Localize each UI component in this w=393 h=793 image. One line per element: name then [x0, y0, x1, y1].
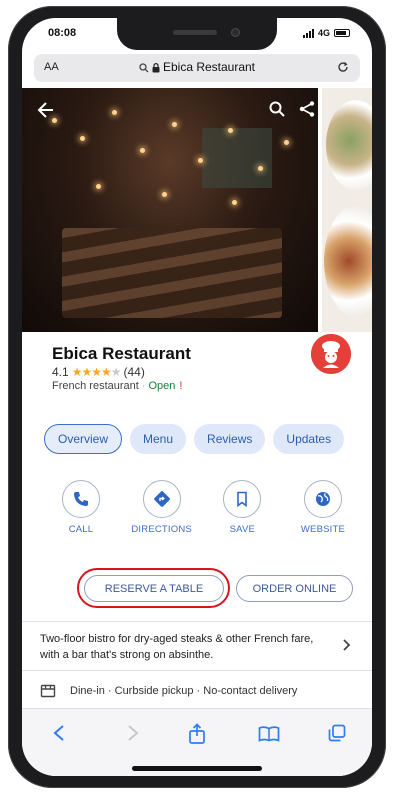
signal-icon [302, 28, 314, 38]
photo-light [112, 110, 117, 115]
save-action[interactable]: SAVE [203, 480, 281, 535]
reload-icon[interactable] [336, 60, 350, 74]
search-icon [139, 63, 149, 73]
star-icon: ★ [71, 365, 83, 379]
status-alert-mark: ! [179, 380, 183, 392]
section-divider [22, 621, 372, 622]
phone-notch [117, 18, 277, 50]
battery-icon [334, 29, 350, 37]
open-status[interactable]: Open [149, 380, 176, 392]
quick-actions: CALL DIRECTIONS SAVE WEBSITE [42, 480, 362, 535]
save-label: SAVE [229, 524, 256, 535]
photo-light [232, 200, 237, 205]
call-action[interactable]: CALL [42, 480, 120, 535]
rating-value: 4.1 [52, 365, 69, 379]
bookmark-icon [237, 491, 248, 508]
food-plate [324, 206, 372, 316]
star-icon: ★ [81, 365, 92, 379]
directions-label: DIRECTIONS [131, 524, 192, 535]
call-label: CALL [68, 524, 94, 535]
tabs-icon[interactable] [328, 724, 346, 742]
star-icon: ★ [100, 365, 112, 379]
category-label: French restaurant [52, 380, 139, 392]
directions-button[interactable] [142, 480, 181, 518]
forward-icon[interactable] [126, 723, 140, 743]
star-icon: ★ [91, 365, 102, 379]
share-icon[interactable] [188, 723, 206, 745]
website-label: WEBSITE [300, 524, 346, 535]
star-empty-icon: ★ [110, 365, 122, 379]
storefront-icon [40, 684, 56, 698]
photo-light [198, 158, 203, 163]
restaurant-interior-photo[interactable] [22, 88, 318, 332]
service-options: Dine-in · Curbside pickup · No-contact d… [40, 684, 370, 698]
bookmarks-icon[interactable] [258, 726, 280, 742]
speaker-grille [173, 30, 217, 35]
front-camera [231, 28, 240, 37]
back-arrow-icon[interactable] [36, 100, 56, 120]
order-online-button[interactable]: ORDER ONLINE [236, 575, 353, 602]
address-bar[interactable]: AA Ebica Restaurant [34, 54, 360, 82]
photo-wall-detail [202, 128, 272, 188]
back-icon[interactable] [52, 723, 66, 743]
photo-light [162, 192, 167, 197]
status-indicators: 4G [302, 28, 350, 38]
section-divider [22, 670, 372, 671]
url-title: Ebica Restaurant [162, 60, 256, 74]
food-plate [326, 100, 372, 190]
food-photo[interactable] [322, 88, 372, 332]
phone-icon [74, 492, 88, 506]
website-button[interactable] [303, 480, 342, 518]
photo-carousel[interactable] [22, 88, 372, 332]
share-icon[interactable] [298, 100, 316, 118]
chevron-right-icon[interactable] [342, 638, 352, 652]
place-name: Ebica Restaurant [52, 344, 191, 363]
photo-light [284, 140, 289, 145]
directions-icon [153, 491, 170, 507]
photo-tables-detail [62, 228, 282, 318]
tab-reviews[interactable]: Reviews [194, 424, 266, 454]
photo-light [258, 166, 263, 171]
tab-updates[interactable]: Updates [273, 424, 345, 454]
lock-icon [152, 63, 160, 73]
photo-light [172, 122, 177, 127]
tab-menu[interactable]: Menu [130, 424, 187, 454]
save-button[interactable] [223, 480, 262, 518]
search-icon[interactable] [268, 100, 286, 118]
globe-icon [315, 492, 330, 506]
photo-light [80, 136, 85, 141]
photo-light [96, 184, 101, 189]
chef-logo-icon [311, 334, 351, 374]
home-indicator[interactable] [132, 766, 262, 771]
status-time: 08:08 [48, 27, 77, 39]
restaurant-logo [311, 334, 351, 374]
review-count[interactable]: (44) [124, 365, 145, 379]
category-separator: · [141, 380, 146, 392]
service-list: Dine-in · Curbside pickup · No-contact d… [70, 685, 298, 697]
photo-light [228, 128, 233, 133]
call-button[interactable] [62, 480, 100, 518]
tab-overview[interactable]: Overview [44, 424, 123, 454]
category-row: French restaurant · Open! [52, 380, 182, 392]
rating-row[interactable]: 4.1 ★★★★★ (44) [52, 365, 145, 379]
directions-action[interactable]: DIRECTIONS [123, 480, 201, 535]
url-display[interactable]: Ebica Restaurant [34, 60, 360, 74]
place-tabs: Overview Menu Reviews Updates [44, 424, 345, 454]
phone-frame: 08:08 4G AA Ebica Restaurant Ebica Resta… [8, 6, 386, 788]
place-description[interactable]: Two-floor bistro for dry-aged steaks & o… [40, 631, 330, 663]
star-rating: ★★★★★ [71, 365, 122, 379]
photo-light [140, 148, 145, 153]
reserve-table-button[interactable]: RESERVE A TABLE [84, 575, 224, 602]
website-action[interactable]: WEBSITE [284, 480, 362, 535]
network-label: 4G [317, 28, 330, 38]
phone-screen: 08:08 4G AA Ebica Restaurant Ebica Resta… [22, 18, 372, 776]
